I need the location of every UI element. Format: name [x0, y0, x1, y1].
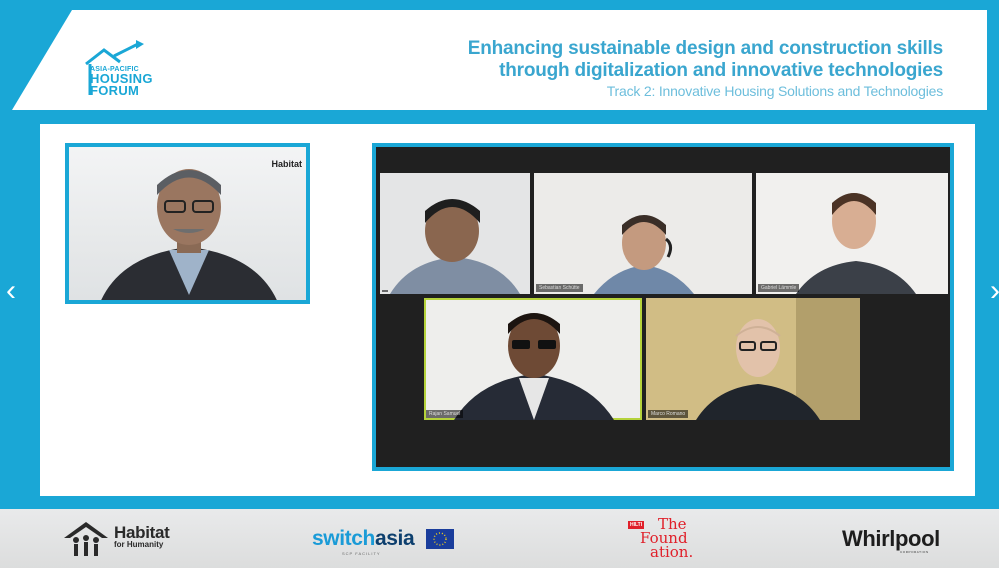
- participant-person: [594, 215, 694, 294]
- logo-title-line-2: FORUM: [90, 83, 140, 98]
- sponsor-bar: Habitat for Humanity switchasia SCP FACI…: [0, 509, 999, 568]
- participant-tile[interactable]: Rajan Samuel: [424, 298, 642, 420]
- participant-gallery: Sebastian Schütte Gabriel Lämmle Rajan S…: [372, 143, 954, 471]
- habitat-name: Habitat: [114, 522, 170, 542]
- foundation-line-3: ation.: [650, 543, 694, 561]
- session-title-block: Enhancing sustainable design and constru…: [468, 38, 943, 100]
- participant-name-tag: Rajan Samuel: [426, 410, 464, 418]
- session-title-line-2: through digitalization and innovative te…: [499, 60, 943, 81]
- whirlpool-sub: CORPORATION: [900, 550, 929, 554]
- participant-person: [796, 193, 916, 294]
- participant-tile[interactable]: Sebastian Schütte: [534, 173, 752, 294]
- habitat-sub: for Humanity: [114, 539, 164, 549]
- presenter-video-tile[interactable]: Habitat: [65, 143, 310, 304]
- participant-person: [390, 199, 520, 294]
- chevron-left-icon[interactable]: ‹: [6, 276, 16, 306]
- participant-name-tag: Gabriel Lämmle: [758, 284, 800, 292]
- hilti-badge: HILTI: [628, 521, 645, 529]
- session-title-line-1: Enhancing sustainable design and constru…: [467, 38, 943, 59]
- presenter-brand-label: Habitat: [271, 159, 302, 169]
- sponsor-habitat[interactable]: Habitat for Humanity: [64, 509, 170, 568]
- participant-name-tag: Marco Romano: [648, 410, 689, 418]
- sponsor-switchasia[interactable]: switchasia SCP FACILITY: [312, 509, 455, 568]
- session-track: Track 2: Innovative Housing Solutions an…: [606, 83, 944, 99]
- logo-title: HOUSING FORUM: [90, 72, 153, 98]
- switch-part-2: asia: [374, 526, 415, 550]
- participant-name-tag: [382, 290, 388, 292]
- participant-tile[interactable]: Marco Romano: [646, 298, 860, 420]
- habitat-house-people-icon: [64, 521, 108, 556]
- participant-name-tag: Sebastian Schütte: [536, 284, 583, 292]
- sponsor-whirlpool[interactable]: Whirlpool CORPORATION: [842, 509, 940, 568]
- presenter-person: [101, 169, 277, 300]
- housing-forum-logo: ASIA-PACIFIC HOUSING FORUM: [80, 40, 190, 102]
- eu-flag-icon: [426, 528, 455, 549]
- whirlpool-name: Whirlpool: [842, 525, 940, 551]
- participant-person: [646, 298, 860, 420]
- participant-tile[interactable]: Gabriel Lämmle: [756, 173, 948, 294]
- participant-tile[interactable]: [380, 173, 530, 294]
- header-banner: ASIA-PACIFIC HOUSING FORUM Enhancing sus…: [12, 10, 987, 110]
- sponsor-hilti-foundation[interactable]: HILTI The Found ation.: [628, 509, 728, 568]
- chevron-right-icon[interactable]: ›: [990, 276, 999, 306]
- switch-part-1: switch: [312, 526, 375, 550]
- switchasia-sub: SCP FACILITY: [342, 551, 381, 556]
- participant-person: [454, 313, 614, 420]
